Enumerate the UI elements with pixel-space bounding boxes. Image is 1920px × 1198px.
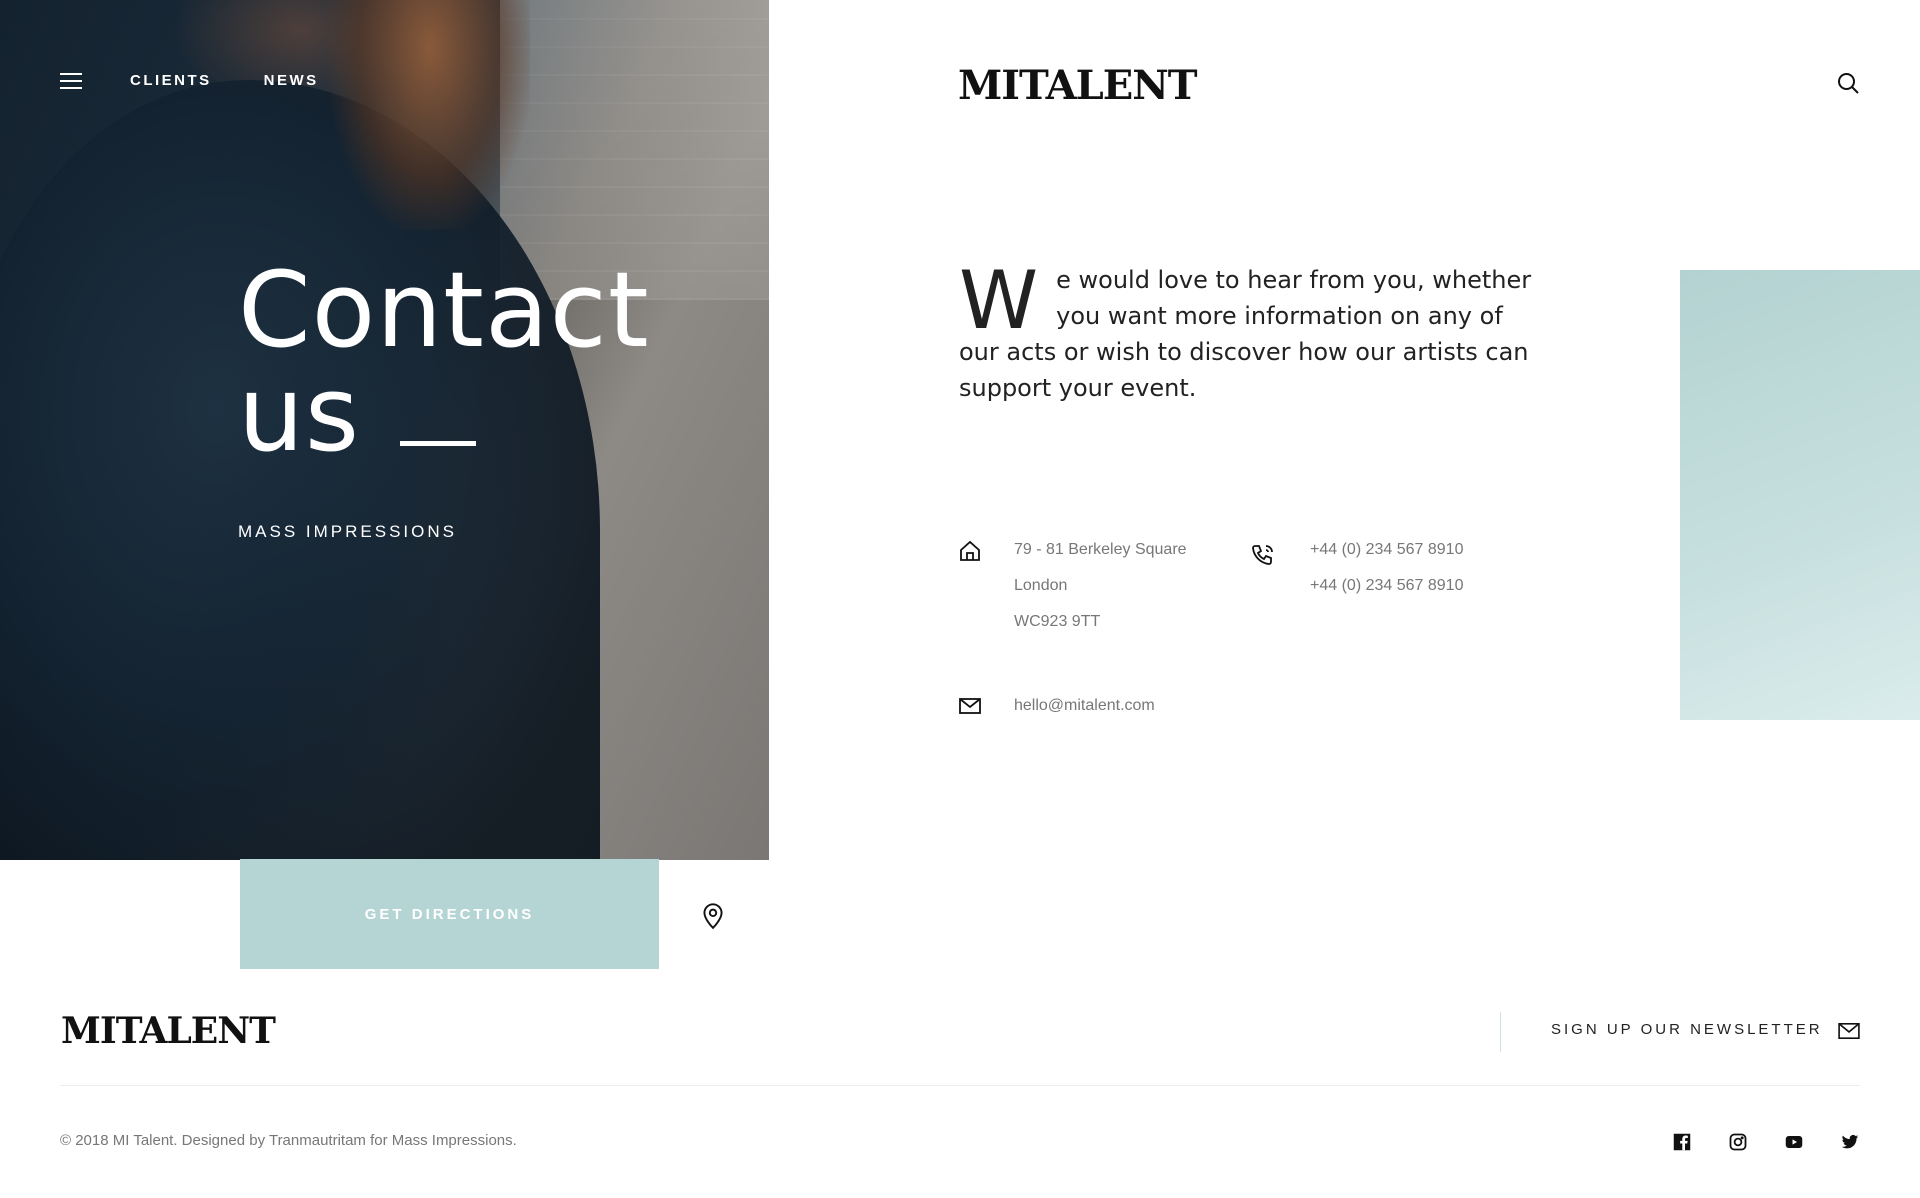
twitter-icon[interactable] [1841,1133,1859,1151]
page-title: Contact us [238,258,650,466]
facebook-icon[interactable] [1673,1133,1691,1151]
nav-link-clients[interactable]: CLIENTS [130,72,212,89]
footer-divider [1500,1012,1501,1052]
title-dash [400,441,477,447]
envelope-icon[interactable] [1838,1022,1860,1040]
footer-rule [60,1085,1860,1086]
youtube-icon[interactable] [1785,1133,1803,1151]
search-icon[interactable] [1836,71,1860,95]
home-icon [960,540,980,561]
drop-cap: W [959,254,1039,347]
address-line: 79 - 81 Berkeley Square [1014,541,1187,558]
phone-icon [1252,545,1273,565]
address-line: London [1014,577,1068,594]
hero-image: CLIENTS NEWS Contact us MASS IMPRESSIONS [0,0,769,860]
address-block: 79 - 81 Berkeley Square London WC923 9TT [1014,532,1187,640]
hero-subtitle: MASS IMPRESSIONS [238,522,457,541]
mail-icon [959,698,981,714]
instagram-icon[interactable] [1729,1133,1747,1151]
site-logo[interactable]: MITALENT [958,62,1198,109]
phone-number[interactable]: +44 (0) 234 567 8910 [1310,568,1463,604]
decorative-teal-panel [1680,270,1920,720]
top-nav: CLIENTS NEWS [60,72,371,89]
map-pin-icon[interactable] [700,900,726,930]
nav-link-news[interactable]: NEWS [264,72,319,89]
get-directions-button[interactable]: GET DIRECTIONS [240,859,659,969]
phone-block: +44 (0) 234 567 8910 +44 (0) 234 567 891… [1310,532,1463,604]
intro-text: e would love to hear from you, whether y… [959,266,1532,402]
copyright-text: © 2018 MI Talent. Designed by Tranmautri… [60,1132,517,1149]
email-link[interactable]: hello@mitalent.com [1014,688,1155,724]
footer-logo[interactable]: MITALENT [61,1010,276,1052]
address-line: WC923 9TT [1014,613,1101,630]
hamburger-menu-icon[interactable] [60,72,82,89]
intro-paragraph: We would love to hear from you, whether … [959,254,1534,406]
title-line-2: us [238,353,361,475]
phone-number[interactable]: +44 (0) 234 567 8910 [1310,532,1463,568]
newsletter-signup-link[interactable]: SIGN UP OUR NEWSLETTER [1551,1021,1823,1038]
hair [330,0,530,230]
